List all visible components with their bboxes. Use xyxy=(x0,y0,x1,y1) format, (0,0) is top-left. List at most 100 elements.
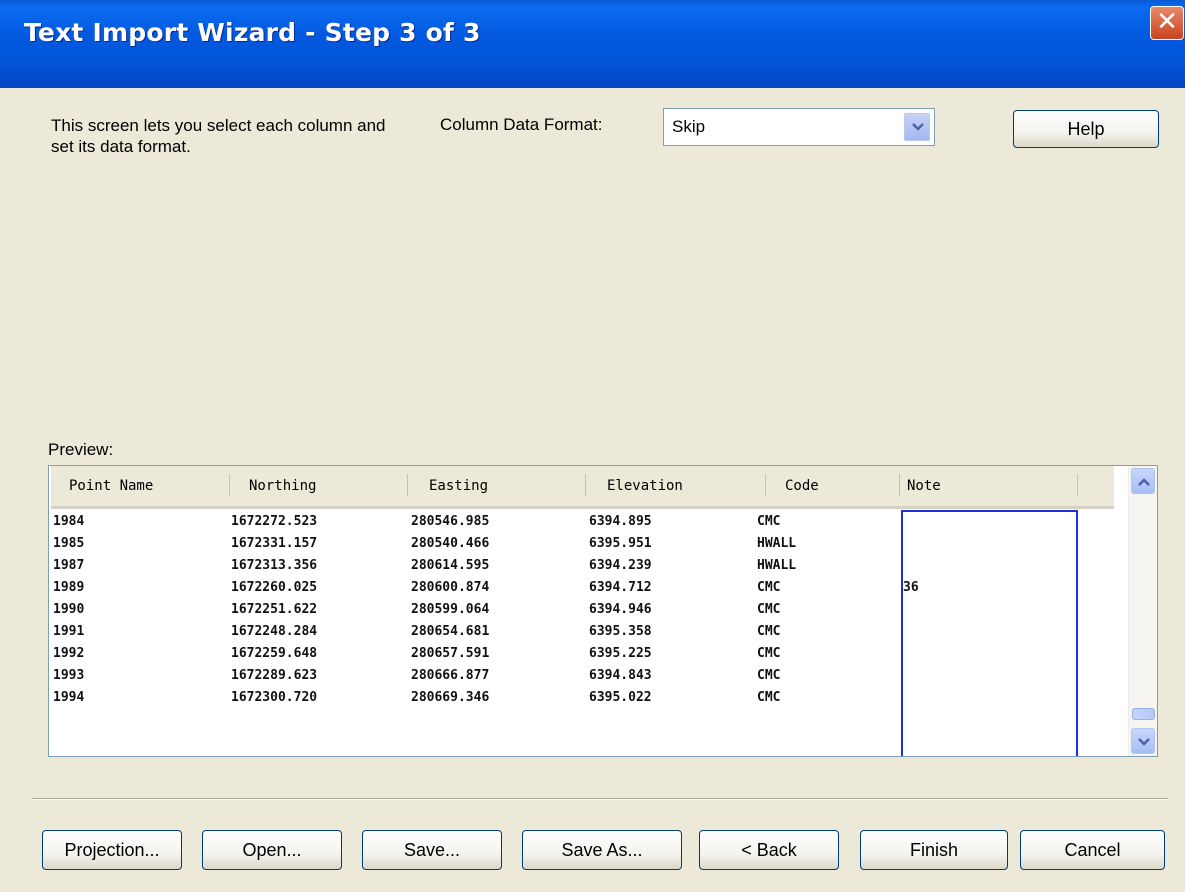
cell-note: 36 xyxy=(903,580,919,595)
cell-northing: 1672259.648 xyxy=(231,646,318,661)
cell-code: CMC xyxy=(757,602,781,617)
cell-elevation: 6394.712 xyxy=(589,580,652,595)
back-button[interactable]: < Back xyxy=(699,830,839,870)
cell-point-name: 1992 xyxy=(53,646,85,661)
cell-elevation: 6394.239 xyxy=(589,558,652,573)
column-divider[interactable] xyxy=(229,474,230,496)
finish-button-label: Finish xyxy=(909,840,958,860)
finish-button[interactable]: Finish xyxy=(860,830,1008,870)
column-header-point-name[interactable]: Point Name xyxy=(69,466,153,506)
title-bar[interactable]: Text Import Wizard - Step 3 of 3 ✕ xyxy=(0,0,1185,88)
scroll-thumb[interactable] xyxy=(1132,708,1155,720)
cancel-button-label: Cancel xyxy=(1064,840,1121,860)
table-row: 1994 1672300.720 280669.346 6395.022 CMC xyxy=(53,686,1093,708)
cell-code: HWALL xyxy=(757,536,797,551)
save-as-button-label: Save As... xyxy=(561,840,643,860)
step-description: This screen lets you select each column … xyxy=(51,116,386,156)
back-button-label: < Back xyxy=(741,840,797,860)
cell-code: HWALL xyxy=(757,558,797,573)
table-row: 1989 1672260.025 280600.874 6394.712 CMC… xyxy=(53,576,1093,598)
cell-northing: 1672272.523 xyxy=(231,514,318,529)
cell-easting: 280599.064 xyxy=(411,602,490,617)
help-button[interactable]: Help xyxy=(1013,110,1159,148)
table-row: 1991 1672248.284 280654.681 6395.358 CMC xyxy=(53,620,1093,642)
projection-button-label: Projection... xyxy=(64,840,160,860)
cell-elevation: 6395.358 xyxy=(589,624,652,639)
cell-easting: 280654.681 xyxy=(411,624,490,639)
chevron-down-icon xyxy=(912,123,924,131)
help-button-label: Help xyxy=(1067,119,1105,139)
cell-point-name: 1994 xyxy=(53,690,85,705)
cell-elevation: 6395.022 xyxy=(589,690,652,705)
preview-grid[interactable]: Point Name Northing Easting Elevation Co… xyxy=(48,465,1158,757)
column-divider[interactable] xyxy=(765,474,766,496)
cell-code: CMC xyxy=(757,580,781,595)
column-header-northing[interactable]: Northing xyxy=(249,466,316,506)
close-button[interactable]: ✕ xyxy=(1150,6,1184,40)
cell-code: CMC xyxy=(757,514,781,529)
cell-easting: 280614.595 xyxy=(411,558,490,573)
cell-northing: 1672289.623 xyxy=(231,668,318,683)
table-row: 1984 1672272.523 280546.985 6394.895 CMC xyxy=(53,510,1093,532)
cell-elevation: 6394.895 xyxy=(589,514,652,529)
column-data-format-value: Skip xyxy=(672,117,706,136)
cell-northing: 1672248.284 xyxy=(231,624,318,639)
cell-elevation: 6395.225 xyxy=(589,646,652,661)
chevron-up-icon xyxy=(1138,478,1150,486)
cell-easting: 280546.985 xyxy=(411,514,490,529)
cell-northing: 1672331.157 xyxy=(231,536,318,551)
window-title: Text Import Wizard - Step 3 of 3 xyxy=(24,18,481,47)
save-as-button[interactable]: Save As... xyxy=(522,830,682,870)
open-button-label: Open... xyxy=(242,840,302,860)
cell-easting: 280666.877 xyxy=(411,668,490,683)
table-row: 1990 1672251.622 280599.064 6394.946 CMC xyxy=(53,598,1093,620)
preview-label: Preview: xyxy=(48,440,114,459)
cell-northing: 1672251.622 xyxy=(231,602,318,617)
preview-grid-header: Point Name Northing Easting Elevation Co… xyxy=(51,466,1114,509)
scroll-up-button[interactable] xyxy=(1131,468,1155,494)
table-row: 1993 1672289.623 280666.877 6394.843 CMC xyxy=(53,664,1093,686)
save-button[interactable]: Save... xyxy=(362,830,502,870)
column-header-easting[interactable]: Easting xyxy=(429,466,488,506)
column-header-elevation[interactable]: Elevation xyxy=(607,466,683,506)
column-header-note[interactable]: Note xyxy=(907,466,941,506)
column-divider[interactable] xyxy=(585,474,586,496)
column-data-format-label: Column Data Format: xyxy=(440,115,603,134)
cell-point-name: 1993 xyxy=(53,668,85,683)
dropdown-arrow-button[interactable] xyxy=(904,113,930,141)
cell-northing: 1672260.025 xyxy=(231,580,318,595)
cancel-button[interactable]: Cancel xyxy=(1020,830,1165,870)
vertical-scrollbar[interactable] xyxy=(1128,466,1157,756)
cell-northing: 1672300.720 xyxy=(231,690,318,705)
cell-elevation: 6395.951 xyxy=(589,536,652,551)
scroll-down-button[interactable] xyxy=(1131,728,1155,754)
cell-code: CMC xyxy=(757,624,781,639)
cell-code: CMC xyxy=(757,646,781,661)
projection-button[interactable]: Projection... xyxy=(42,830,182,870)
open-button[interactable]: Open... xyxy=(202,830,342,870)
cell-easting: 280600.874 xyxy=(411,580,490,595)
cell-elevation: 6394.946 xyxy=(589,602,652,617)
column-divider[interactable] xyxy=(899,474,900,496)
cell-point-name: 1989 xyxy=(53,580,85,595)
save-button-label: Save... xyxy=(403,840,461,860)
table-row: 1992 1672259.648 280657.591 6395.225 CMC xyxy=(53,642,1093,664)
cell-point-name: 1990 xyxy=(53,602,85,617)
chevron-down-icon xyxy=(1138,738,1150,746)
table-row: 1985 1672331.157 280540.466 6395.951 HWA… xyxy=(53,532,1093,554)
table-row: 1987 1672313.356 280614.595 6394.239 HWA… xyxy=(53,554,1093,576)
cell-point-name: 1985 xyxy=(53,536,85,551)
close-icon: ✕ xyxy=(1156,7,1178,37)
cell-easting: 280657.591 xyxy=(411,646,490,661)
cell-easting: 280540.466 xyxy=(411,536,490,551)
cell-point-name: 1984 xyxy=(53,514,85,529)
cell-easting: 280669.346 xyxy=(411,690,490,705)
column-divider[interactable] xyxy=(1077,474,1078,496)
text-import-wizard-window: Text Import Wizard - Step 3 of 3 ✕ This … xyxy=(0,0,1185,892)
separator-line xyxy=(32,798,1168,800)
column-divider[interactable] xyxy=(407,474,408,496)
cell-northing: 1672313.356 xyxy=(231,558,318,573)
column-data-format-select[interactable]: Skip xyxy=(663,108,935,146)
column-header-code[interactable]: Code xyxy=(785,466,819,506)
cell-point-name: 1991 xyxy=(53,624,85,639)
